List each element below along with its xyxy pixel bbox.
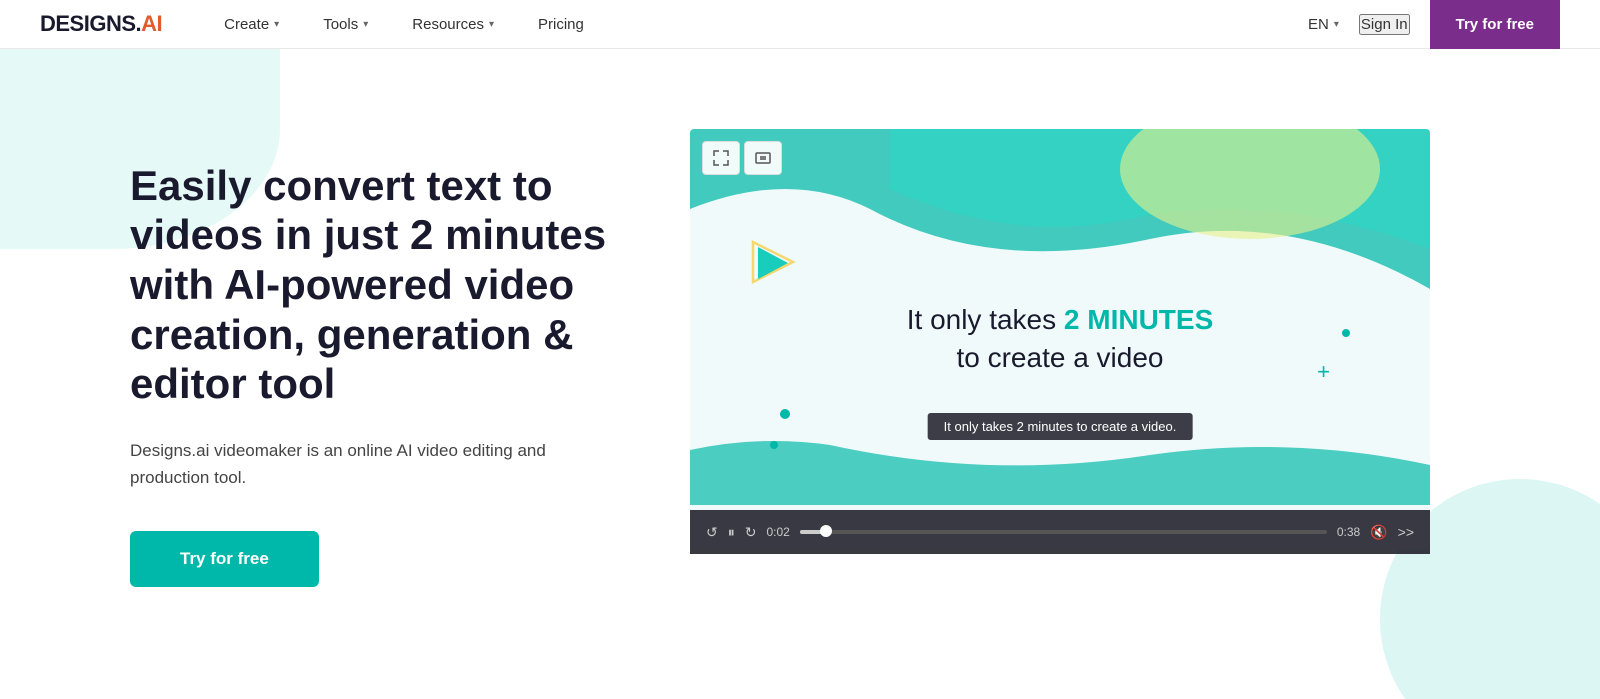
hero-right-video: + It only takes 2 MINUTES to create a vi… — [670, 64, 1600, 684]
video-container: + It only takes 2 MINUTES to create a vi… — [690, 129, 1435, 619]
resize-icon-button[interactable] — [702, 141, 740, 175]
try-for-free-nav-button[interactable]: Try for free — [1430, 0, 1560, 49]
video-wave-bottom — [690, 435, 1430, 505]
triangle-decoration — [748, 237, 798, 292]
mute-icon[interactable]: 🔇 — [1370, 524, 1387, 541]
pause-icon[interactable]: ⏸ — [728, 524, 735, 541]
chevron-down-icon: ▾ — [363, 19, 368, 30]
rewind-icon[interactable]: ↺ — [706, 524, 718, 541]
nav-resources[interactable]: Resources ▾ — [390, 0, 516, 49]
nav-pricing[interactable]: Pricing — [516, 0, 606, 49]
video-highlight-text: 2 MINUTES — [1064, 304, 1213, 335]
dot-decoration-1 — [780, 409, 790, 419]
hero-title: Easily convert text to videos in just 2 … — [130, 161, 610, 409]
hero-section: Easily convert text to videos in just 2 … — [0, 49, 1600, 699]
plus-decoration: + — [1317, 359, 1330, 385]
nav-tools[interactable]: Tools ▾ — [301, 0, 390, 49]
video-subtitle-bar: It only takes 2 minutes to create a vide… — [928, 413, 1193, 440]
chevron-down-icon: ▾ — [489, 19, 494, 30]
nav-create[interactable]: Create ▾ — [202, 0, 301, 49]
logo[interactable]: DESIGNS.AI — [40, 11, 162, 37]
logo-ai-text: AI — [141, 11, 162, 36]
video-frame: + It only takes 2 MINUTES to create a vi… — [690, 129, 1430, 549]
chevron-down-icon: ▾ — [274, 19, 279, 30]
hero-subtitle: Designs.ai videomaker is an online AI vi… — [130, 437, 610, 491]
navbar: DESIGNS.AI Create ▾ Tools ▾ Resources ▾ … — [0, 0, 1600, 49]
video-wave-top — [690, 129, 1430, 289]
video-controls-bar: ↺ ⏸ ↻ 0:02 0:38 🔇 >> — [690, 510, 1430, 554]
hero-left-content: Easily convert text to videos in just 2 … — [130, 161, 670, 587]
nav-right: EN ▾ Sign In Try for free — [1308, 0, 1560, 49]
video-text-create: to create a video — [907, 342, 1214, 374]
chevron-down-icon: ▾ — [1334, 19, 1339, 30]
fullscreen-icon-button[interactable] — [744, 141, 782, 175]
sign-in-button[interactable]: Sign In — [1359, 14, 1410, 35]
current-time: 0:02 — [766, 525, 789, 539]
dot-decoration-2 — [770, 441, 778, 449]
progress-thumb — [820, 525, 832, 537]
video-center-text: It only takes 2 MINUTES to create a vide… — [907, 304, 1214, 374]
video-toolbar — [702, 141, 782, 175]
forward-icon[interactable]: ↻ — [745, 524, 757, 541]
forward-skip-icon[interactable]: >> — [1398, 524, 1414, 540]
logo-text: DESIGNS.AI — [40, 11, 162, 37]
language-selector[interactable]: EN ▾ — [1308, 16, 1339, 33]
video-progress-bar[interactable] — [800, 530, 1327, 534]
dot-decoration-3 — [1342, 329, 1350, 337]
video-text-it-only: It only takes 2 MINUTES — [907, 304, 1214, 335]
nav-items: Create ▾ Tools ▾ Resources ▾ Pricing — [202, 0, 1308, 49]
try-for-free-hero-button[interactable]: Try for free — [130, 531, 319, 587]
total-time: 0:38 — [1337, 525, 1360, 539]
